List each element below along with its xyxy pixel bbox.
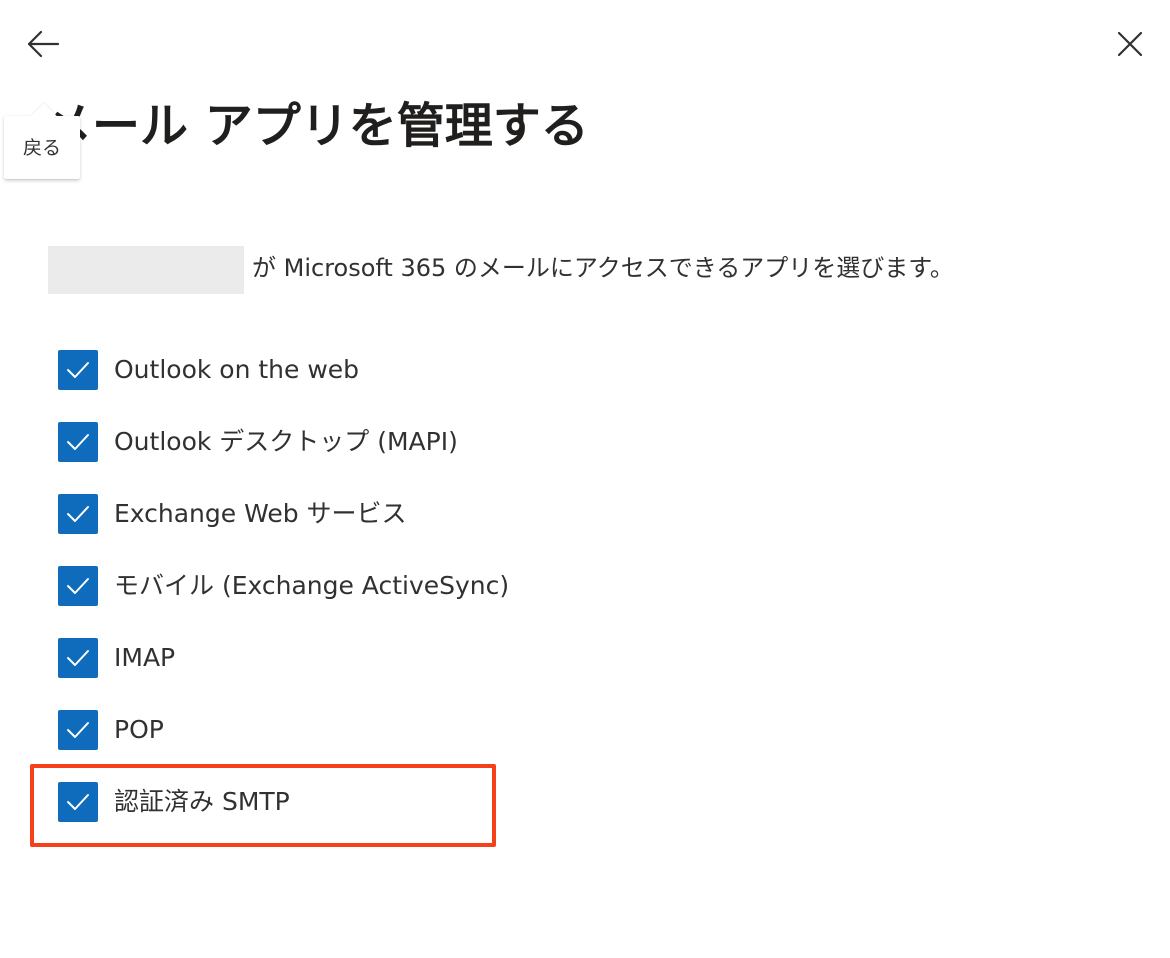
page-title: メール アプリを管理する [44, 98, 589, 154]
checkbox-outlook-web[interactable]: Outlook on the web [58, 349, 509, 391]
checkbox-mobile-activesync[interactable]: モバイル (Exchange ActiveSync) [58, 565, 509, 607]
arrow-left-icon [27, 30, 60, 58]
checkmark-icon [67, 650, 89, 666]
checkbox-outlook-desktop-mapi[interactable]: Outlook デスクトップ (MAPI) [58, 421, 509, 463]
checkbox-checked[interactable] [58, 494, 98, 534]
mail-apps-checkbox-list: Outlook on the web Outlook デスクトップ (MAPI)… [58, 349, 509, 853]
checkmark-icon [67, 722, 89, 738]
checkmark-icon [67, 434, 89, 450]
checkbox-checked[interactable] [58, 782, 98, 822]
checkbox-label: Exchange Web サービス [114, 499, 407, 528]
checkbox-checked[interactable] [58, 710, 98, 750]
checkbox-label: Outlook on the web [114, 355, 360, 384]
checkbox-exchange-web-services[interactable]: Exchange Web サービス [58, 493, 509, 535]
checkbox-label: モバイル (Exchange ActiveSync) [114, 571, 510, 600]
checkmark-icon [67, 578, 89, 594]
description-text: が Microsoft 365 のメールにアクセスできるアプリを選びます。 [252, 254, 954, 282]
checkbox-label: Outlook デスクトップ (MAPI) [114, 427, 458, 456]
checkmark-icon [67, 362, 89, 378]
checkbox-checked[interactable] [58, 638, 98, 678]
checkbox-label: IMAP [114, 643, 176, 672]
checkbox-authenticated-smtp[interactable]: 認証済み SMTP [58, 781, 509, 823]
close-icon [1117, 31, 1143, 57]
back-button[interactable] [18, 20, 68, 68]
checkbox-imap[interactable]: IMAP [58, 637, 509, 679]
back-tooltip: 戻る [4, 103, 80, 179]
checkbox-checked[interactable] [58, 566, 98, 606]
checkbox-checked[interactable] [58, 350, 98, 390]
close-button[interactable] [1106, 20, 1154, 68]
redacted-user-name [48, 246, 244, 294]
tooltip-text: 戻る [22, 137, 61, 159]
checkbox-pop[interactable]: POP [58, 709, 509, 751]
checkbox-checked[interactable] [58, 422, 98, 462]
description: が Microsoft 365 のメールにアクセスできるアプリを選びます。 [48, 246, 954, 294]
checkmark-icon [67, 506, 89, 522]
checkbox-label: 認証済み SMTP [114, 787, 290, 816]
checkmark-icon [67, 794, 89, 810]
checkbox-label: POP [114, 715, 164, 744]
